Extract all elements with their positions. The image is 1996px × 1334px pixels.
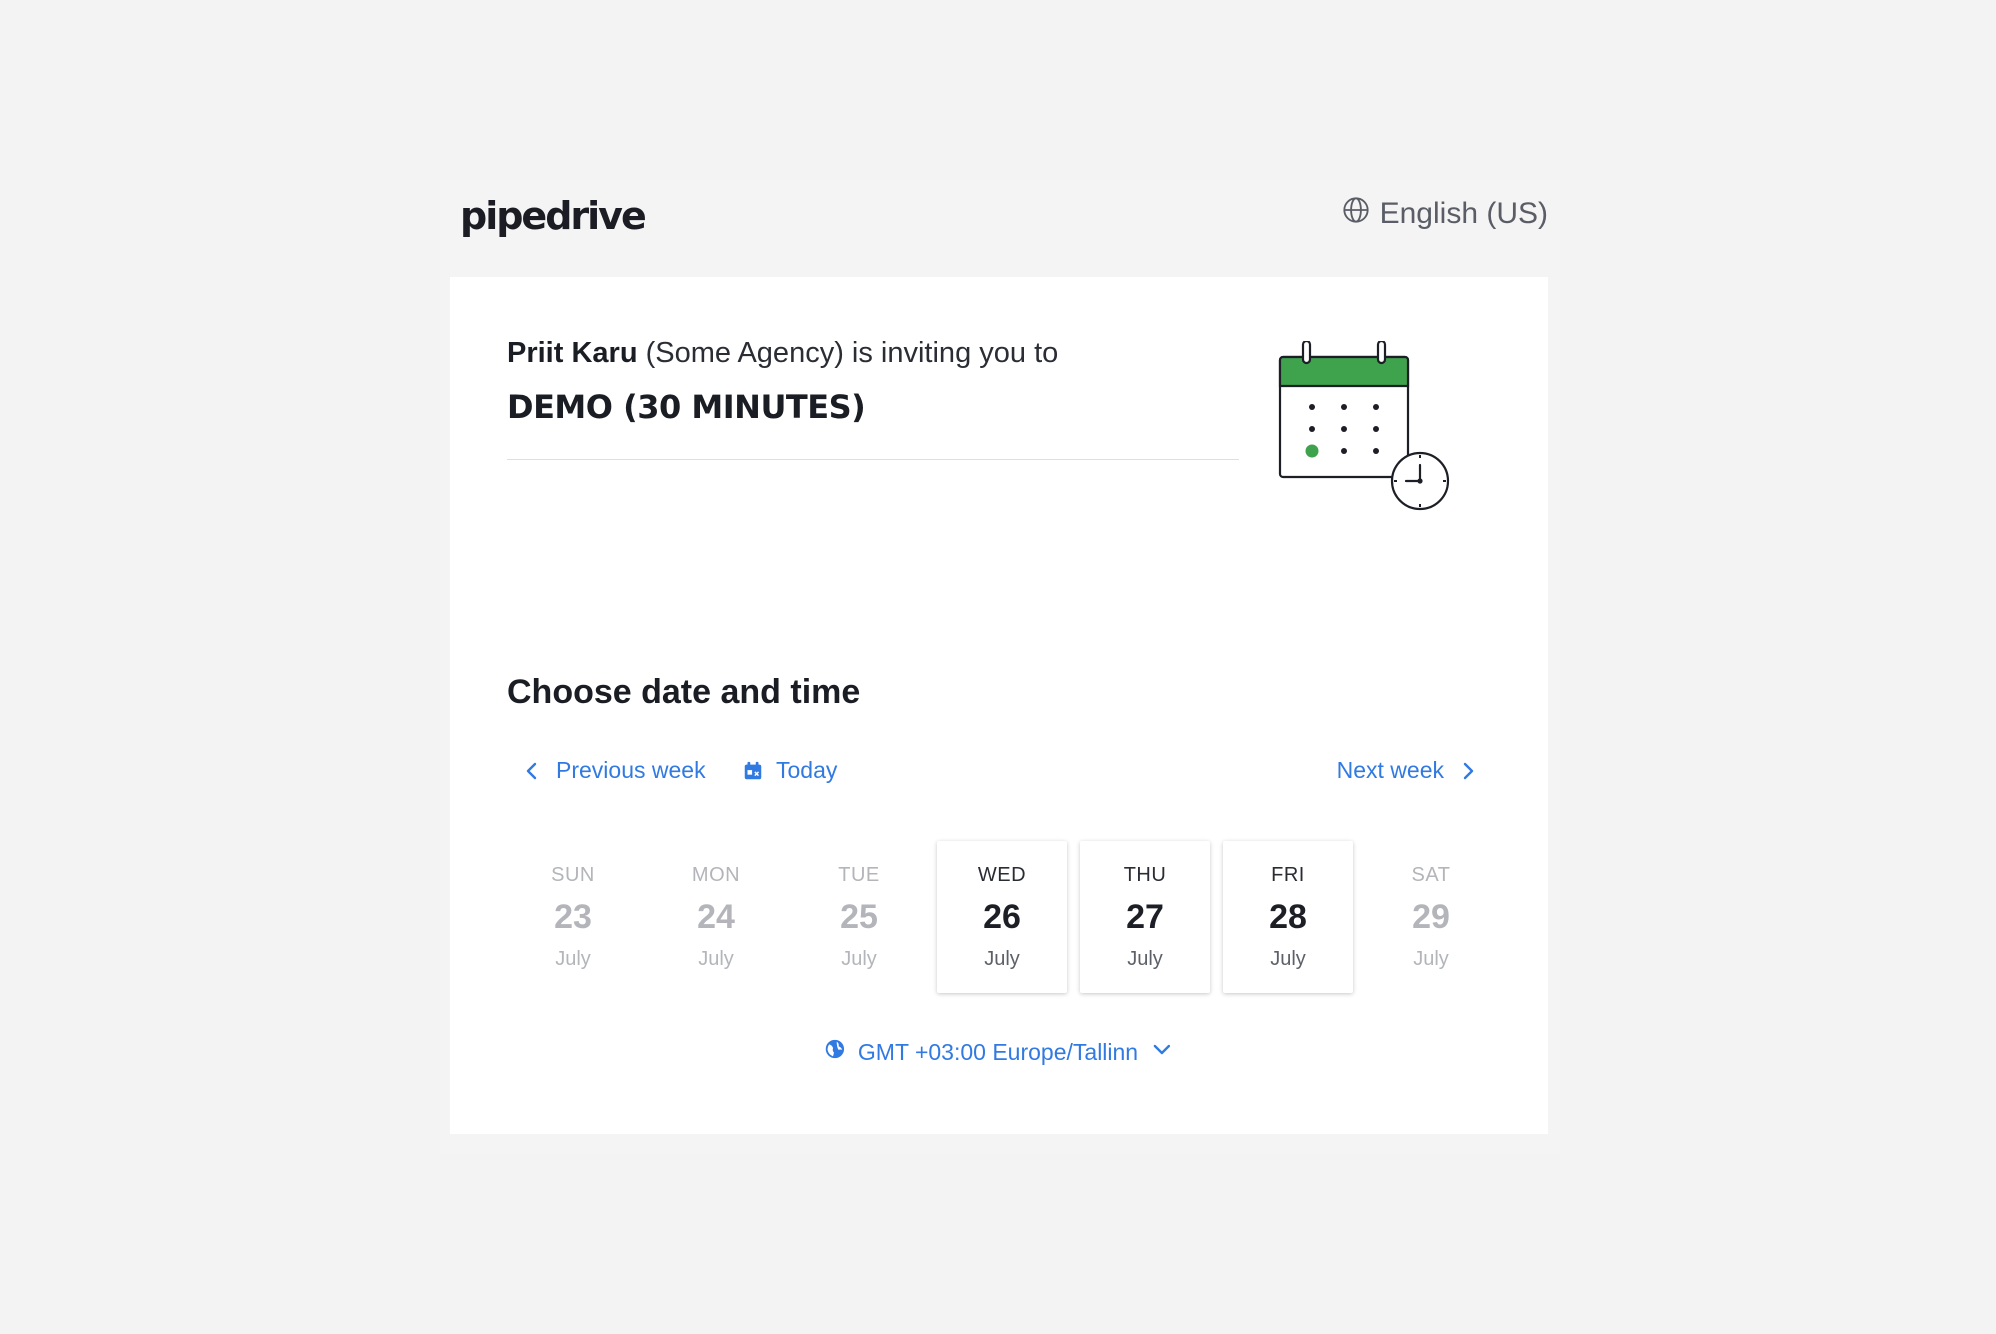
calendar-today-icon: [742, 760, 764, 782]
day-name: THU: [1123, 864, 1167, 886]
day-name: FRI: [1271, 864, 1305, 886]
divider: [507, 459, 1239, 460]
day-name: TUE: [838, 864, 880, 886]
day-tue: TUE 25 July: [794, 841, 924, 993]
host-org: (Some Agency): [645, 337, 844, 369]
today-label: Today: [776, 757, 838, 783]
week-day-picker: SUN 23 July MON 24 July TUE 25 July WED …: [508, 841, 1508, 993]
day-month: July: [698, 948, 734, 970]
day-number: 26: [983, 898, 1021, 936]
day-month: July: [841, 948, 877, 970]
day-month: July: [555, 948, 591, 970]
top-bar: pipedrive English (US): [450, 180, 1548, 276]
day-mon: MON 24 July: [651, 841, 781, 993]
timezone-selector[interactable]: GMT +03:00 Europe/Tallinn: [824, 1037, 1174, 1067]
day-number: 29: [1412, 898, 1450, 936]
previous-week-link[interactable]: Previous week: [520, 757, 706, 784]
chevron-right-icon: [1456, 759, 1480, 783]
pipedrive-logo: pipedrive: [460, 194, 647, 238]
day-number: 24: [697, 898, 735, 936]
day-month: July: [1270, 948, 1306, 970]
day-fri[interactable]: FRI 28 July: [1223, 841, 1353, 993]
day-name: WED: [977, 864, 1027, 886]
globe-icon: [1342, 196, 1370, 232]
day-number: 23: [554, 898, 592, 936]
booking-page: pipedrive English (US) Priit Karu (Some …: [440, 180, 1560, 1154]
day-number: 27: [1126, 898, 1164, 936]
day-month: July: [1413, 948, 1449, 970]
day-sat: SAT 29 July: [1366, 841, 1496, 993]
day-name: SUN: [551, 864, 595, 886]
day-name: MON: [691, 864, 741, 886]
day-number: 25: [840, 898, 878, 936]
chevron-left-icon: [520, 759, 544, 783]
host-name: Priit Karu: [507, 337, 638, 369]
section-title: Choose date and time: [507, 673, 861, 711]
chevron-down-icon: [1150, 1037, 1174, 1067]
previous-week-label: Previous week: [556, 757, 706, 783]
language-selector[interactable]: English (US): [1342, 196, 1548, 232]
day-number: 28: [1269, 898, 1307, 936]
timezone-label: GMT +03:00 Europe/Tallinn: [857, 1038, 1139, 1065]
next-week-link[interactable]: Next week: [1337, 757, 1480, 784]
language-label: English (US): [1379, 197, 1548, 230]
today-link[interactable]: Today: [742, 757, 837, 784]
event-title: DEMO (30 MINUTES): [507, 388, 866, 426]
calendar-clock-icon: [1278, 341, 1450, 511]
day-name: SAT: [1411, 864, 1451, 886]
day-thu[interactable]: THU 27 July: [1080, 841, 1210, 993]
invite-text: Priit Karu (Some Agency) is inviting you…: [507, 337, 1058, 370]
day-month: July: [1127, 948, 1163, 970]
schedule-card: Choose date and time Previous week Today: [450, 617, 1548, 1134]
invite-phrase: is inviting you to: [851, 337, 1059, 369]
day-month: July: [984, 948, 1020, 970]
day-wed[interactable]: WED 26 July: [937, 841, 1067, 993]
globe-filled-icon: [824, 1038, 846, 1066]
day-sun: SUN 23 July: [508, 841, 638, 993]
next-week-label: Next week: [1336, 757, 1444, 783]
